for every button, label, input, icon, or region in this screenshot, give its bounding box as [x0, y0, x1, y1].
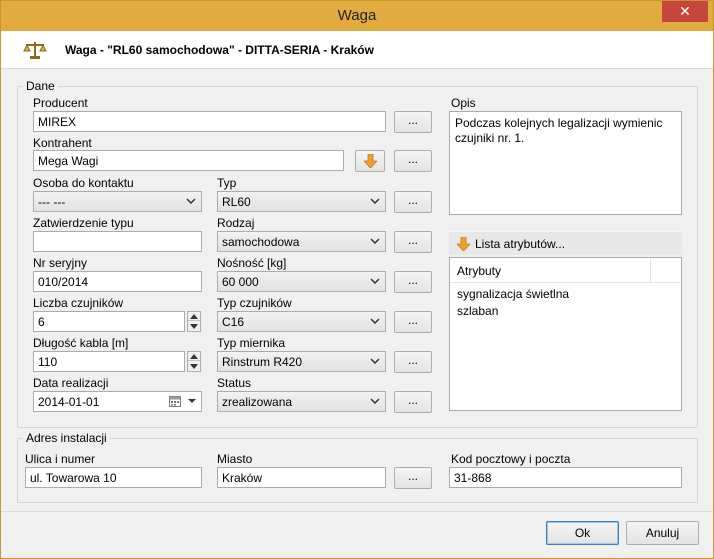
data-realizacji-value: 2014-01-01: [38, 395, 100, 409]
typ-select[interactable]: RL60: [217, 191, 386, 212]
chevron-down-icon: [370, 358, 380, 365]
nosnosc-select[interactable]: 60 000: [217, 271, 386, 292]
kontrahent-browse-button[interactable]: ...: [394, 150, 432, 172]
scale-icon: [23, 42, 47, 59]
chevron-down-icon: [186, 198, 196, 205]
kontrahent-label: Kontrahent: [33, 136, 92, 150]
kontrahent-field[interactable]: Mega Wagi: [33, 150, 344, 171]
nosnosc-select-value: 60 000: [222, 275, 259, 289]
chevron-down-icon[interactable]: [188, 396, 196, 406]
title-bar[interactable]: Waga ✕: [1, 1, 713, 31]
miasto-browse-button[interactable]: ...: [394, 467, 432, 489]
producent-field[interactable]: MIREX: [33, 111, 386, 132]
triangle-up-icon: [190, 354, 198, 359]
osoba-select-value: --- ---: [38, 195, 66, 209]
triangle-down-icon: [190, 324, 198, 329]
miasto-label: Miasto: [217, 452, 253, 466]
header-title: Waga - "RL60 samochodowa" - DITTA-SERIA …: [65, 43, 374, 57]
status-select[interactable]: zrealizowana: [217, 391, 386, 412]
orange-down-arrow-icon: [364, 154, 377, 168]
dlugosc-kabla-field[interactable]: 110: [33, 351, 185, 372]
chevron-down-icon: [370, 238, 380, 245]
zatwierdzenie-label: Zatwierdzenie typu: [33, 216, 134, 230]
rodzaj-browse-button[interactable]: ...: [394, 231, 432, 253]
spin-down-button[interactable]: [188, 362, 200, 371]
spin-down-button[interactable]: [188, 322, 200, 331]
list-item[interactable]: sygnalizacja świetlna: [457, 287, 569, 301]
data-realizacji-picker[interactable]: 2014-01-01: [33, 391, 202, 412]
adres-group-title: Adres instalacji: [23, 431, 110, 445]
typ-label: Typ: [217, 176, 237, 190]
status-select-value: zrealizowana: [222, 395, 293, 409]
typ-miernika-select-value: Rinstrum R420: [222, 355, 303, 369]
typ-miernika-select[interactable]: Rinstrum R420: [217, 351, 386, 372]
chevron-down-icon: [370, 398, 380, 405]
status-browse-button[interactable]: ...: [394, 391, 432, 413]
typ-czujnikow-label: Typ czujników: [217, 296, 292, 310]
typ-czujnikow-select[interactable]: C16: [217, 311, 386, 332]
liczba-czujnikow-field[interactable]: 6: [33, 311, 185, 332]
liczba-czujnikow-spinner[interactable]: [187, 311, 201, 332]
atrybuty-list[interactable]: Atrybuty sygnalizacja świetlna szlaban: [449, 257, 682, 411]
list-item[interactable]: szlaban: [457, 304, 498, 318]
nr-seryjny-field[interactable]: 010/2014: [33, 271, 202, 292]
rodzaj-select-value: samochodowa: [222, 235, 300, 249]
rodzaj-select[interactable]: samochodowa: [217, 231, 386, 252]
ulica-field[interactable]: ul. Towarowa 10: [25, 467, 202, 488]
chevron-down-icon: [370, 198, 380, 205]
chevron-down-icon: [370, 318, 380, 325]
lista-atrybutow-button[interactable]: Lista atrybutów...: [449, 231, 682, 255]
ulica-label: Ulica i numer: [25, 452, 96, 466]
triangle-up-icon: [190, 314, 198, 319]
kod-label: Kod pocztowy i poczta: [451, 452, 571, 466]
nosnosc-label: Nośność [kg]: [217, 256, 287, 270]
nosnosc-browse-button[interactable]: ...: [394, 271, 432, 293]
producent-label: Producent: [33, 96, 88, 110]
spin-up-button[interactable]: [188, 312, 200, 321]
triangle-down-icon: [190, 364, 198, 369]
dlugosc-kabla-label: Długość kabla [m]: [33, 336, 129, 350]
header-panel: Waga - "RL60 samochodowa" - DITTA-SERIA …: [1, 31, 713, 69]
window-title: Waga: [337, 7, 377, 24]
osoba-label: Osoba do kontaktu: [33, 176, 134, 190]
atrybuty-header: Atrybuty: [450, 258, 681, 283]
liczba-czujnikow-label: Liczba czujników: [33, 296, 124, 310]
typ-browse-button[interactable]: ...: [394, 191, 432, 213]
typ-miernika-label: Typ miernika: [217, 336, 286, 350]
cancel-button[interactable]: Anuluj: [626, 521, 699, 545]
typ-czujnikow-browse-button[interactable]: ...: [394, 311, 432, 333]
miasto-field[interactable]: Kraków: [217, 467, 386, 488]
data-realizacji-label: Data realizacji: [33, 376, 109, 390]
spin-up-button[interactable]: [188, 352, 200, 361]
atrybuty-column-header[interactable]: Atrybuty: [450, 258, 651, 283]
close-button[interactable]: ✕: [662, 1, 708, 22]
ok-button[interactable]: Ok: [546, 521, 619, 545]
typ-czujnikow-select-value: C16: [222, 315, 245, 329]
dlugosc-kabla-spinner[interactable]: [187, 351, 201, 372]
opis-label: Opis: [451, 96, 476, 110]
zatwierdzenie-field[interactable]: [33, 231, 202, 252]
orange-down-arrow-icon: [457, 237, 470, 251]
kod-field[interactable]: 31-868: [449, 467, 682, 488]
status-label: Status: [217, 376, 252, 390]
opis-textarea[interactable]: Podczas kolejnych legalizacji wymienic c…: [449, 111, 682, 215]
kontrahent-import-button[interactable]: [355, 150, 385, 172]
dane-group-title: Dane: [23, 79, 58, 93]
osoba-select[interactable]: --- ---: [33, 191, 202, 212]
producent-browse-button[interactable]: ...: [394, 111, 432, 133]
calendar-icon[interactable]: [169, 395, 181, 407]
typ-miernika-browse-button[interactable]: ...: [394, 351, 432, 373]
chevron-down-icon: [370, 278, 380, 285]
lista-atrybutow-label: Lista atrybutów...: [475, 237, 566, 251]
typ-select-value: RL60: [222, 195, 251, 209]
rodzaj-label: Rodzaj: [217, 216, 255, 230]
nr-seryjny-label: Nr seryjny: [33, 256, 88, 270]
dialog-window: Waga ✕ Waga - "RL60 samochodowa" - DITTA…: [0, 0, 714, 559]
dialog-footer: Ok Anuluj: [1, 511, 713, 558]
